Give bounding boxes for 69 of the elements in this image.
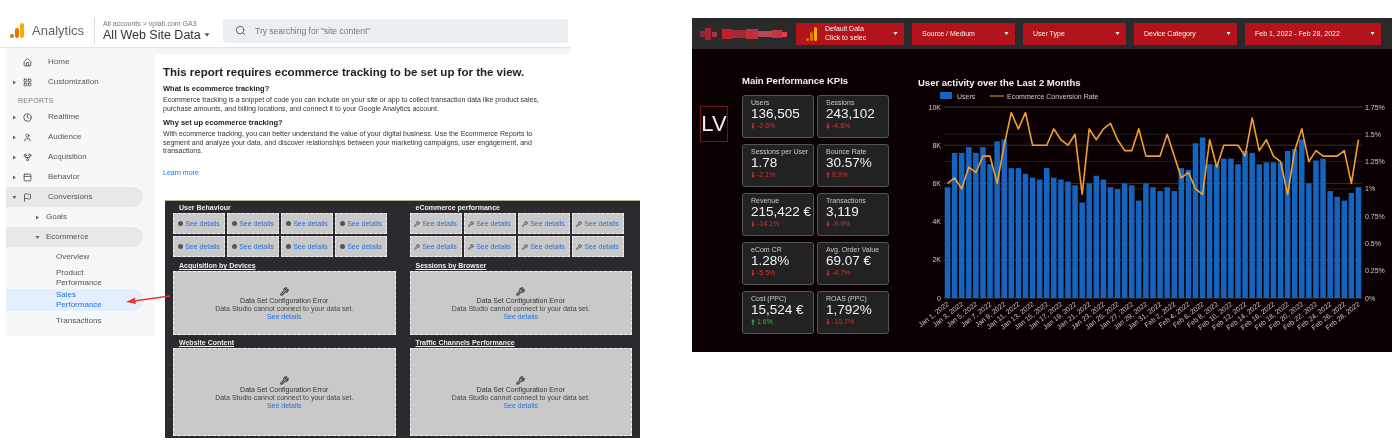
sidebar-item[interactable]: Acquisition <box>6 147 143 167</box>
bar-chart-icon <box>806 26 817 41</box>
kpi-value: 30.57% <box>826 155 873 171</box>
chart-title: User activity over the Last 2 Months <box>918 77 1082 88</box>
search-icon <box>235 24 247 36</box>
circle-icon <box>286 221 292 226</box>
circle-icon <box>286 244 292 249</box>
flag-icon <box>23 192 32 202</box>
caret-icon <box>1115 31 1120 36</box>
wrench-icon <box>414 243 421 250</box>
kpi-value: 136,505 <box>751 106 801 122</box>
initials-badge: LV <box>700 106 728 142</box>
sidebar-item[interactable]: Sales Performance <box>6 289 143 311</box>
search-field[interactable]: Try searching for "site content" <box>223 18 568 43</box>
app-name: Analytics <box>32 17 96 44</box>
wrench-icon <box>576 220 583 227</box>
caret-icon <box>893 31 898 36</box>
kpi-value: 69.07 € <box>826 253 873 269</box>
kpi-value: 1,792% <box>826 302 873 318</box>
circle-icon <box>340 221 346 226</box>
circle-icon <box>232 221 238 226</box>
sidebar-item[interactable]: Realtime <box>6 107 143 127</box>
wrench-icon <box>516 286 526 296</box>
sidebar-item[interactable]: Ecommerce <box>6 227 143 247</box>
sidebar-item[interactable]: Product Performance <box>6 267 143 289</box>
wrench-icon <box>576 243 583 250</box>
circle-icon <box>178 244 184 249</box>
caret-icon <box>1370 31 1375 36</box>
wrench-icon <box>468 220 475 227</box>
sidebar-item[interactable]: Behavior <box>6 167 143 187</box>
kpi-value: 243,102 <box>826 106 876 122</box>
legend-swatch <box>940 92 952 99</box>
wrench-icon <box>279 375 289 385</box>
kpi-value: 3,119 <box>826 204 860 220</box>
wrench-icon <box>279 286 289 296</box>
sidebar-item[interactable]: Goals <box>6 207 143 227</box>
wrench-icon <box>522 220 529 227</box>
legend-line <box>989 95 1005 97</box>
wrench-icon <box>522 243 529 250</box>
sidebar-item[interactable]: Home <box>6 52 143 72</box>
circle-icon <box>232 244 238 249</box>
sidebar-item[interactable]: Overview <box>6 247 143 267</box>
section-title: Main Performance KPIs <box>742 75 850 86</box>
caret-icon <box>1004 31 1009 36</box>
caret-icon <box>203 31 210 38</box>
wrench-icon <box>414 220 421 227</box>
pointer-arrow <box>126 292 170 306</box>
panel-icon <box>23 172 32 182</box>
circle-icon <box>178 221 184 226</box>
fork-icon <box>23 152 32 162</box>
grid-icon <box>23 77 32 87</box>
kpi-value: 215,422 € <box>751 204 813 220</box>
view-selector[interactable]: All Web Site Data <box>103 27 216 42</box>
sidebar-item[interactable]: Transactions <box>6 311 143 331</box>
analytics-logo-icon <box>10 23 24 38</box>
person-icon <box>23 132 32 142</box>
home-icon <box>23 57 32 67</box>
clock-icon <box>23 112 32 122</box>
report-heading: This report requires ecommerce tracking to be set up for the view. <box>163 66 526 78</box>
kpi-value: 1.78 <box>751 155 779 171</box>
sidebar-item[interactable]: Customization <box>6 72 143 92</box>
caret-icon <box>1226 31 1231 36</box>
sidebar-item[interactable]: Conversions <box>6 187 143 207</box>
kpi-value: 15,524 € <box>751 302 805 318</box>
kpi-value: 1.28% <box>751 253 791 269</box>
sidebar-item[interactable]: Audience <box>6 127 143 147</box>
wrench-icon <box>516 375 526 385</box>
circle-icon <box>340 244 346 249</box>
wrench-icon <box>468 243 475 250</box>
